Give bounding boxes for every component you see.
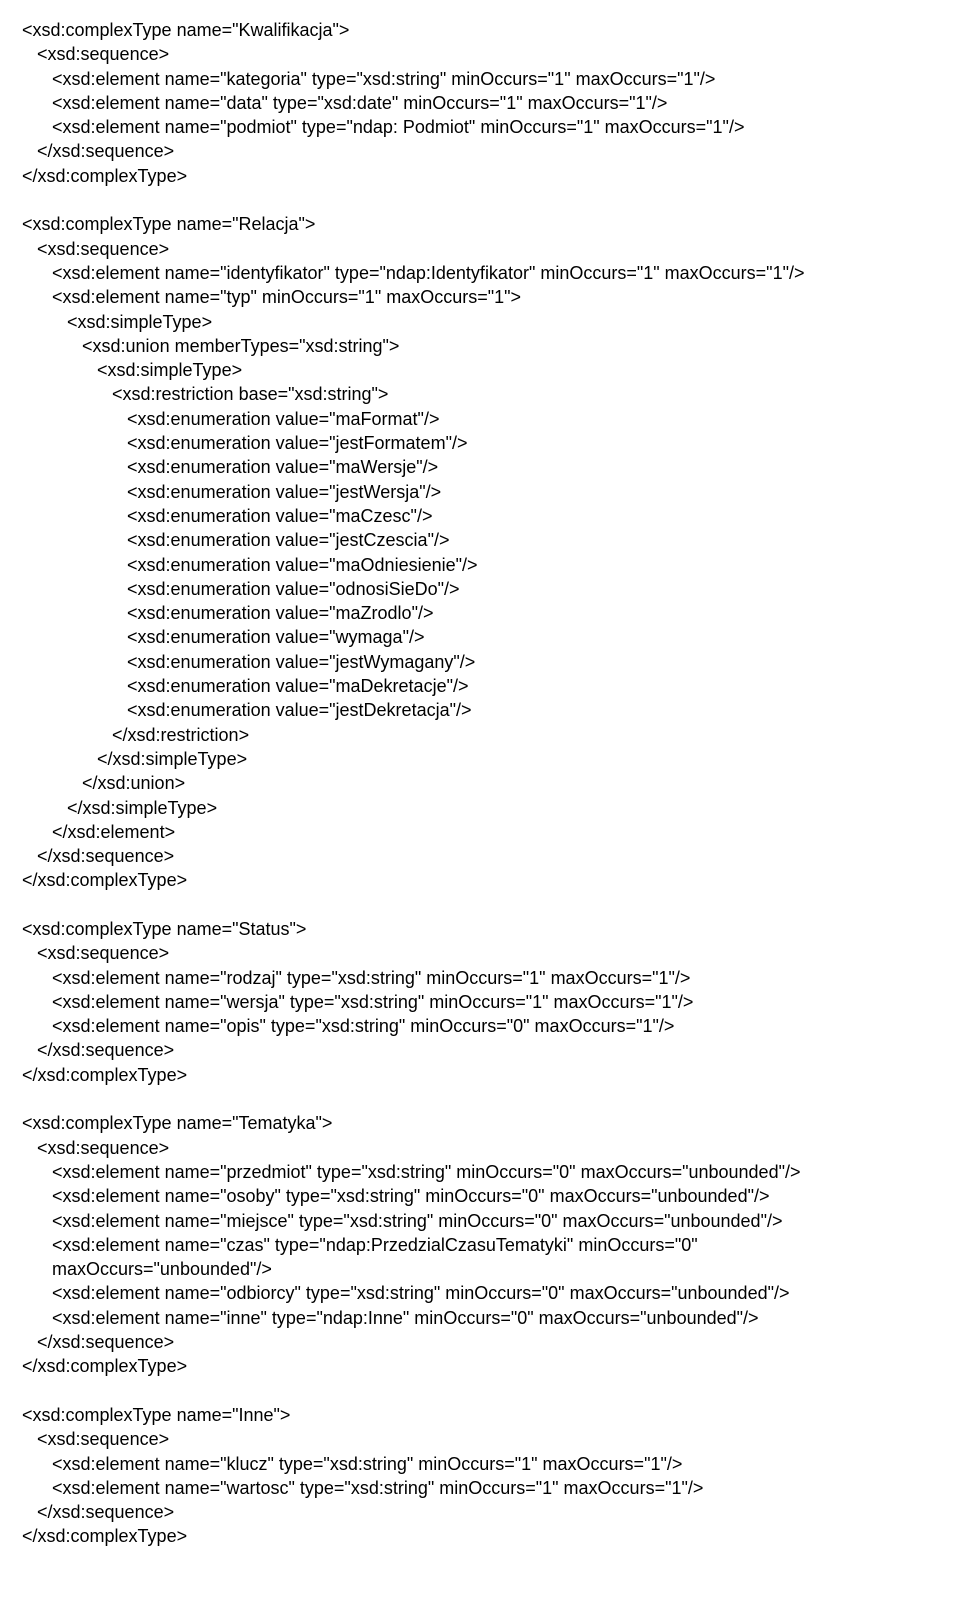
code-line: <xsd:element name="opis" type="xsd:strin…	[22, 1014, 938, 1038]
code-line: <xsd:enumeration value="maZrodlo"/>	[22, 601, 938, 625]
code-line: <xsd:enumeration value="maOdniesienie"/>	[22, 553, 938, 577]
code-line: <xsd:sequence>	[22, 941, 938, 965]
code-line: <xsd:complexType name="Relacja">	[22, 212, 938, 236]
code-line: </xsd:complexType>	[22, 868, 938, 892]
code-line: <xsd:element name="podmiot" type="ndap: …	[22, 115, 938, 139]
code-line: </xsd:sequence>	[22, 139, 938, 163]
code-line: <xsd:element name="kategoria" type="xsd:…	[22, 67, 938, 91]
code-line: </xsd:restriction>	[22, 723, 938, 747]
code-line: <xsd:enumeration value="maCzesc"/>	[22, 504, 938, 528]
code-line	[22, 1379, 938, 1403]
code-line: <xsd:enumeration value="jestWymagany"/>	[22, 650, 938, 674]
code-line: <xsd:enumeration value="maFormat"/>	[22, 407, 938, 431]
code-line: </xsd:sequence>	[22, 1500, 938, 1524]
code-line: <xsd:element name="miejsce" type="xsd:st…	[22, 1209, 938, 1233]
code-line: <xsd:sequence>	[22, 42, 938, 66]
code-line: <xsd:element name="wartosc" type="xsd:st…	[22, 1476, 938, 1500]
code-line: <xsd:sequence>	[22, 1427, 938, 1451]
code-line: </xsd:complexType>	[22, 164, 938, 188]
code-line: </xsd:sequence>	[22, 844, 938, 868]
code-line: <xsd:simpleType>	[22, 310, 938, 334]
code-line: </xsd:union>	[22, 771, 938, 795]
code-line: </xsd:simpleType>	[22, 747, 938, 771]
code-line	[22, 893, 938, 917]
code-line	[22, 188, 938, 212]
code-line: <xsd:sequence>	[22, 1136, 938, 1160]
code-line: <xsd:simpleType>	[22, 358, 938, 382]
code-line: <xsd:sequence>	[22, 237, 938, 261]
xsd-code-block: <xsd:complexType name="Kwalifikacja"> <x…	[22, 18, 938, 1549]
code-line: <xsd:union memberTypes="xsd:string">	[22, 334, 938, 358]
code-line: maxOccurs="unbounded"/>	[22, 1257, 938, 1281]
code-line: </xsd:complexType>	[22, 1063, 938, 1087]
code-line: <xsd:enumeration value="maDekretacje"/>	[22, 674, 938, 698]
code-line: <xsd:element name="identyfikator" type="…	[22, 261, 938, 285]
code-line: <xsd:element name="klucz" type="xsd:stri…	[22, 1452, 938, 1476]
code-line: <xsd:element name="wersja" type="xsd:str…	[22, 990, 938, 1014]
code-line: <xsd:element name="rodzaj" type="xsd:str…	[22, 966, 938, 990]
code-line: <xsd:element name="osoby" type="xsd:stri…	[22, 1184, 938, 1208]
code-line: <xsd:enumeration value="jestFormatem"/>	[22, 431, 938, 455]
code-line: </xsd:simpleType>	[22, 796, 938, 820]
code-line: <xsd:complexType name="Tematyka">	[22, 1111, 938, 1135]
code-line: <xsd:element name="data" type="xsd:date"…	[22, 91, 938, 115]
code-line: <xsd:element name="typ" minOccurs="1" ma…	[22, 285, 938, 309]
code-line	[22, 1087, 938, 1111]
code-line: <xsd:enumeration value="jestWersja"/>	[22, 480, 938, 504]
code-line: </xsd:complexType>	[22, 1524, 938, 1548]
code-line: </xsd:complexType>	[22, 1354, 938, 1378]
code-line: <xsd:enumeration value="jestDekretacja"/…	[22, 698, 938, 722]
code-line: <xsd:enumeration value="maWersje"/>	[22, 455, 938, 479]
code-line: <xsd:element name="czas" type="ndap:Prze…	[22, 1233, 938, 1257]
code-line: <xsd:restriction base="xsd:string">	[22, 382, 938, 406]
code-line: </xsd:sequence>	[22, 1038, 938, 1062]
code-line: <xsd:enumeration value="jestCzescia"/>	[22, 528, 938, 552]
code-line: <xsd:element name="odbiorcy" type="xsd:s…	[22, 1281, 938, 1305]
code-line: <xsd:enumeration value="wymaga"/>	[22, 625, 938, 649]
code-line: <xsd:complexType name="Status">	[22, 917, 938, 941]
code-line: </xsd:sequence>	[22, 1330, 938, 1354]
code-line: </xsd:element>	[22, 820, 938, 844]
code-line: <xsd:complexType name="Inne">	[22, 1403, 938, 1427]
code-line: <xsd:element name="inne" type="ndap:Inne…	[22, 1306, 938, 1330]
code-line: <xsd:element name="przedmiot" type="xsd:…	[22, 1160, 938, 1184]
code-line: <xsd:enumeration value="odnosiSieDo"/>	[22, 577, 938, 601]
code-line: <xsd:complexType name="Kwalifikacja">	[22, 18, 938, 42]
